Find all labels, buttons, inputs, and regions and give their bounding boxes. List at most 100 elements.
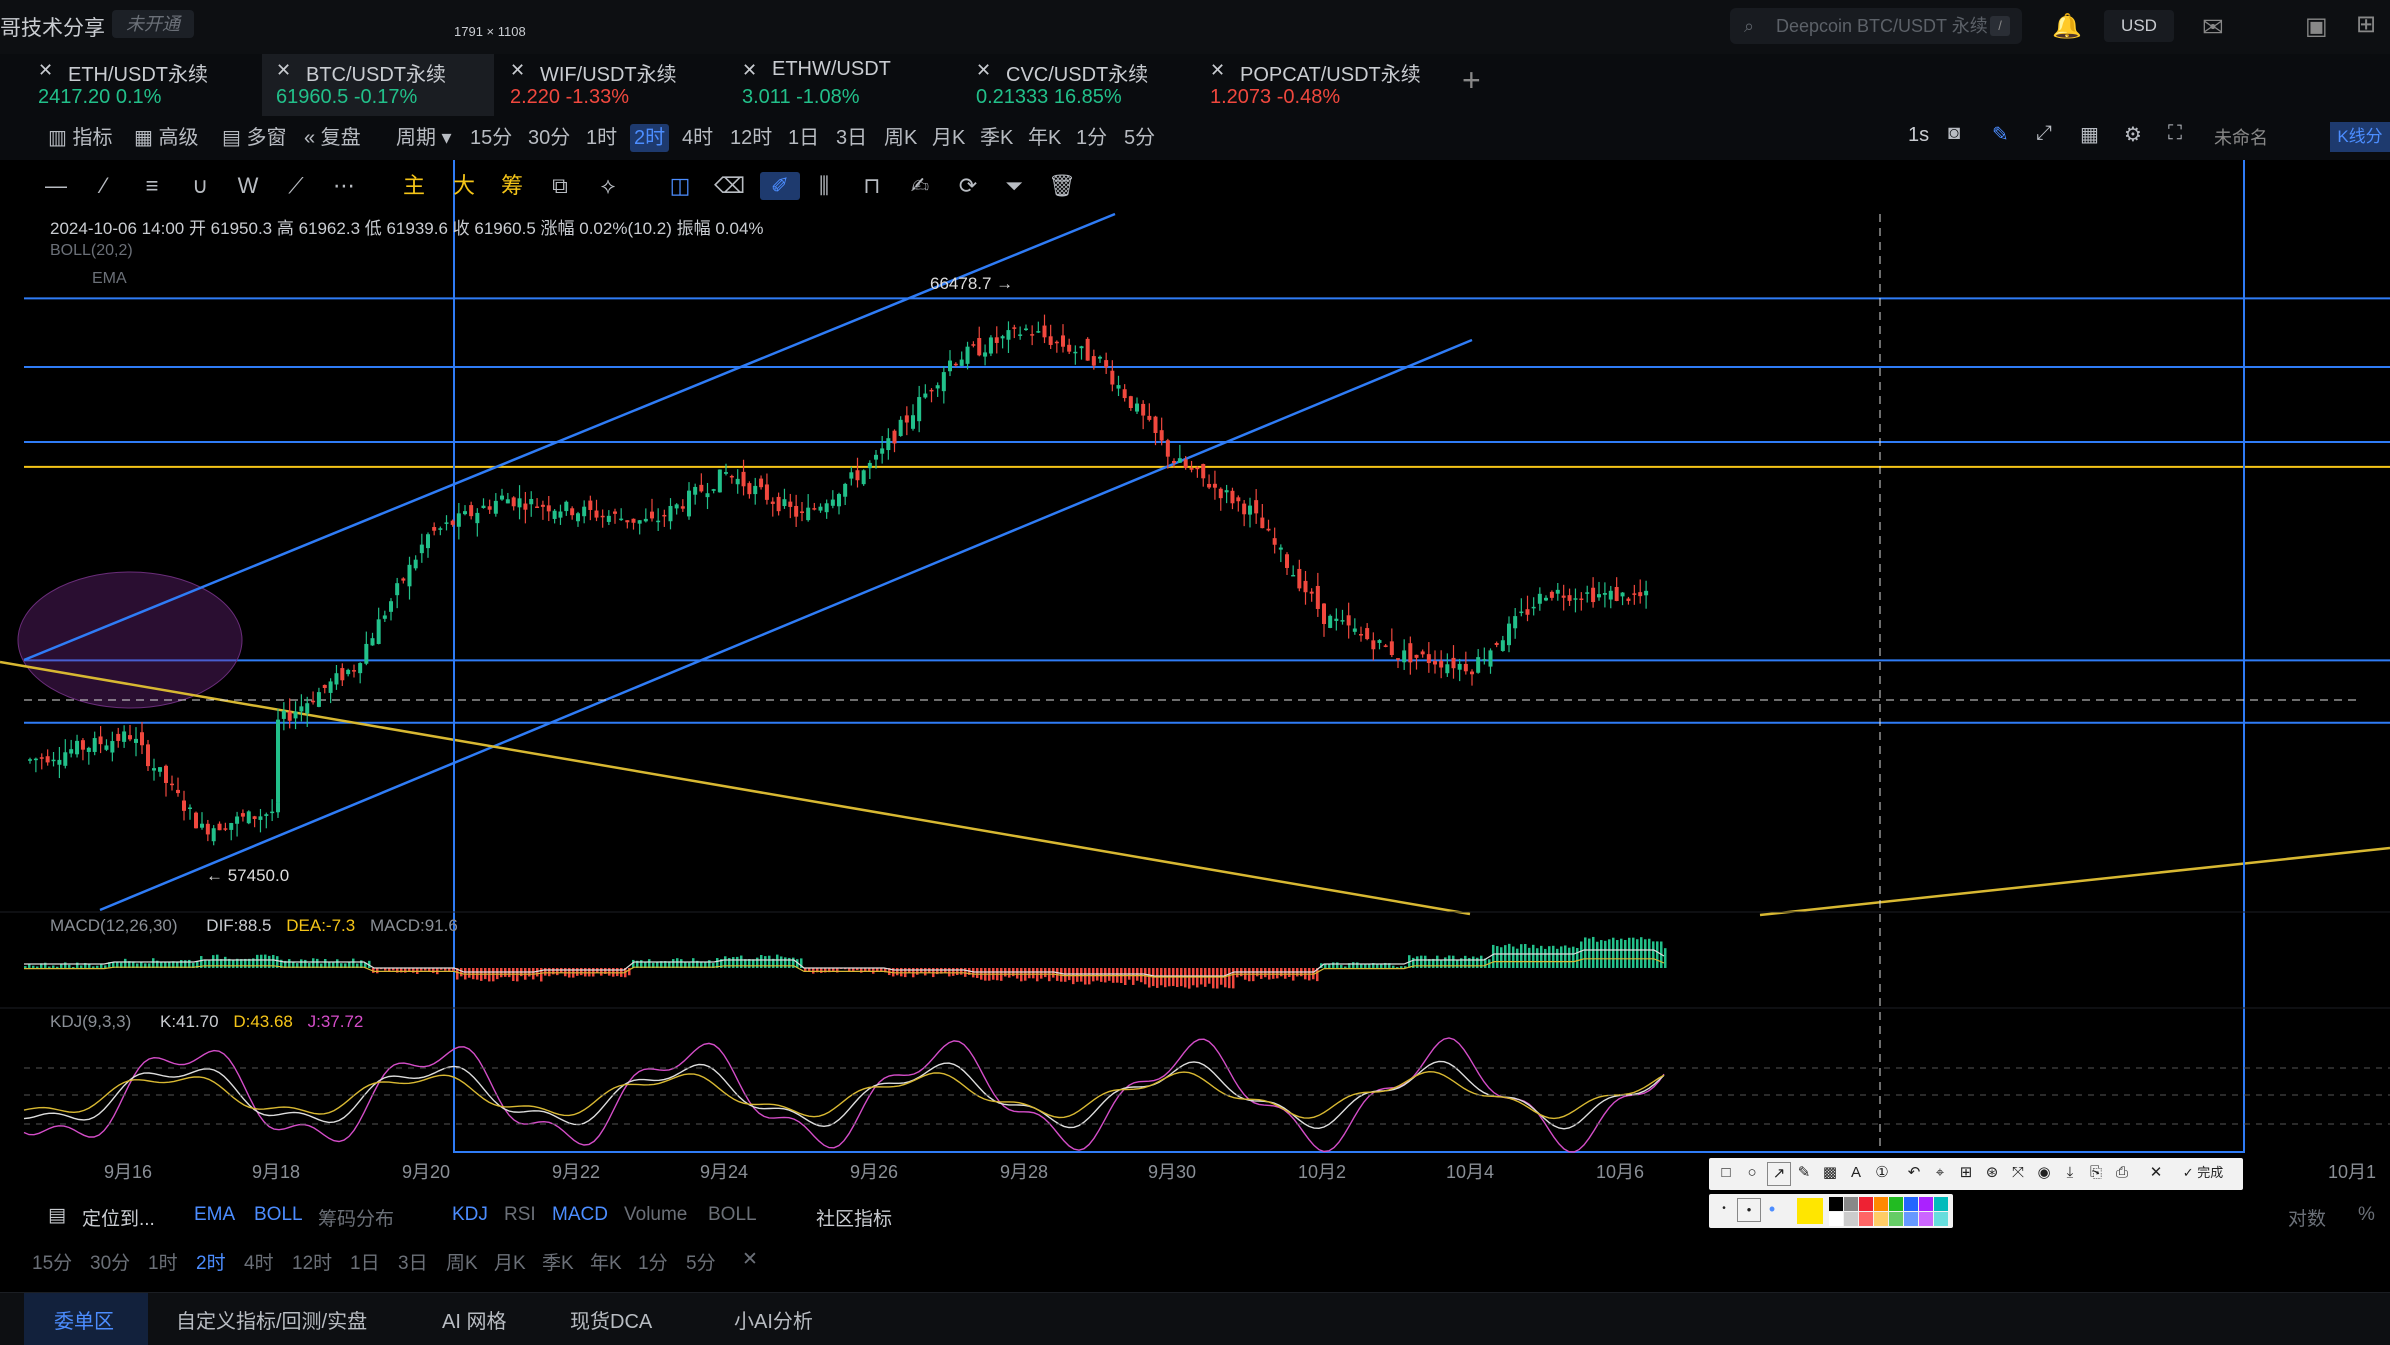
fullscreen-icon[interactable]: ⛶ xyxy=(2168,122,2182,145)
bottom-period-2[interactable]: 1时 xyxy=(148,1248,178,1275)
save-icon[interactable]: ⎙ xyxy=(2111,1162,2133,1184)
percent-toggle[interactable]: % xyxy=(2358,1204,2375,1226)
big-tool[interactable]: 大 xyxy=(450,172,478,200)
period-4[interactable]: 4时 xyxy=(678,124,717,152)
toolbar-0[interactable]: ▥ 指标 xyxy=(44,124,116,152)
tab-5[interactable]: ✕ POPCAT/USDT永续 1.2073 -0.48% xyxy=(1196,54,1428,116)
done-button[interactable]: ✓ 完成 xyxy=(2171,1162,2235,1184)
bottom-period-6[interactable]: 1日 xyxy=(350,1248,380,1275)
account-badge[interactable]: 未开通 xyxy=(112,10,194,38)
add-tab-button[interactable]: + xyxy=(1462,62,1481,99)
bottom-period-5[interactable]: 12时 xyxy=(292,1248,332,1275)
period-11[interactable]: 年K xyxy=(1024,124,1065,152)
eraser-icon[interactable]: ⌫ xyxy=(714,172,745,200)
bottom-period-0[interactable]: 15分 xyxy=(32,1248,72,1275)
period-2[interactable]: 1时 xyxy=(582,124,621,152)
tab-spot-dca[interactable]: 现货DCA xyxy=(570,1305,652,1334)
pattern-icon[interactable]: W xyxy=(234,172,262,200)
template-icon[interactable]: ▦ xyxy=(2080,122,2099,147)
tab-2[interactable]: ✕ WIF/USDT永续 2.220 -1.33% xyxy=(496,54,728,116)
interval-button[interactable]: 1s xyxy=(1908,124,1929,147)
size-medium-icon[interactable]: • xyxy=(1737,1198,1761,1222)
bottom-period-10[interactable]: 季K xyxy=(542,1248,574,1275)
toolbar-2[interactable]: ▤ 多窗 xyxy=(218,124,290,152)
number-icon[interactable]: ① xyxy=(1871,1162,1893,1184)
close-icon[interactable]: ✕ xyxy=(742,60,757,81)
scroll-icon[interactable]: ⤧ xyxy=(2007,1162,2029,1184)
parallel-channel-icon[interactable]: ≡ xyxy=(138,172,166,200)
community-indicators[interactable]: 社区指标 xyxy=(816,1204,892,1231)
bottom-period-8[interactable]: 周K xyxy=(446,1248,478,1275)
bottom-period-1[interactable]: 30分 xyxy=(90,1248,130,1275)
ind-boll-2[interactable]: BOLL xyxy=(708,1204,757,1226)
tab-ai-analysis[interactable]: 小AI分析 xyxy=(734,1305,813,1334)
tab-ai-grid[interactable]: AI 网格 xyxy=(442,1305,506,1334)
period-6[interactable]: 1日 xyxy=(784,124,823,152)
curve-icon[interactable]: ∪ xyxy=(186,172,214,200)
toolbar-3[interactable]: « 复盘 xyxy=(300,124,365,152)
color-swatch[interactable] xyxy=(1889,1212,1903,1226)
bottom-period-12[interactable]: 1分 xyxy=(638,1248,668,1275)
period-12[interactable]: 1分 xyxy=(1072,124,1111,152)
tab-0[interactable]: ✕ ETH/USDT永续 2417.20 0.1% xyxy=(24,54,256,116)
current-color[interactable] xyxy=(1797,1198,1823,1224)
close-icon[interactable]: ✕ xyxy=(510,60,525,81)
color-swatch[interactable] xyxy=(1904,1212,1918,1226)
pin-icon[interactable]: ⌖ xyxy=(1929,1162,1951,1184)
log-scale-toggle[interactable]: 对数 xyxy=(2288,1204,2326,1231)
color-swatch[interactable] xyxy=(1904,1197,1918,1211)
color-swatch[interactable] xyxy=(1844,1212,1858,1226)
ind-kdj[interactable]: KDJ xyxy=(452,1204,488,1226)
kdj-label[interactable]: KDJ(9,3,3) xyxy=(50,1012,131,1031)
mosaic-icon[interactable]: ▩ xyxy=(1819,1162,1841,1184)
grid-icon[interactable]: ⊞ xyxy=(2356,10,2376,39)
text-icon[interactable]: A xyxy=(1845,1162,1867,1184)
arrow-icon[interactable]: ↗ xyxy=(1767,1162,1791,1186)
measure-icon[interactable]: ⧉ xyxy=(546,172,574,200)
color-swatch[interactable] xyxy=(1889,1197,1903,1211)
settings-icon[interactable]: ⚙ xyxy=(2124,122,2142,147)
tab-orders[interactable]: 委单区 xyxy=(54,1305,114,1334)
brush-icon[interactable]: ⟋ xyxy=(282,172,310,200)
close-icon[interactable]: ✕ xyxy=(1210,60,1225,81)
layout-name[interactable]: 未命名 xyxy=(2214,124,2268,150)
copy-icon[interactable]: ⎘ xyxy=(2085,1162,2107,1184)
color-swatch[interactable] xyxy=(1874,1212,1888,1226)
locate-button[interactable]: 定位到... xyxy=(82,1204,155,1231)
ind-ema[interactable]: EMA xyxy=(194,1204,235,1226)
search-input[interactable]: ⌕ Deepcoin BTC/USDT 永续 / xyxy=(1730,8,2022,44)
color-swatch[interactable] xyxy=(1859,1212,1873,1226)
macd-label[interactable]: MACD(12,26,30) xyxy=(50,916,178,935)
candle-icon[interactable]: ⫼ xyxy=(810,172,838,200)
close-icon[interactable]: ✕ xyxy=(976,60,991,81)
chips-tool[interactable]: 筹 xyxy=(498,172,526,200)
period-3[interactable]: 2时 xyxy=(630,124,670,152)
pencil-icon[interactable]: ✎ xyxy=(1793,1162,1815,1184)
camera-icon[interactable]: ◙ xyxy=(1948,122,1960,145)
size-large-icon[interactable]: • xyxy=(1761,1198,1783,1220)
record-icon[interactable]: ◉ xyxy=(2033,1162,2055,1184)
period-10[interactable]: 季K xyxy=(976,124,1017,152)
close-icon[interactable]: ✕ xyxy=(742,1248,758,1271)
expand-icon[interactable]: ⤢ xyxy=(2036,122,2052,145)
ind-chips[interactable]: 筹码分布 xyxy=(318,1204,394,1231)
lock-icon[interactable]: ⊓ xyxy=(858,172,886,200)
rect-icon[interactable]: □ xyxy=(1715,1162,1737,1184)
period-8[interactable]: 周K xyxy=(880,124,921,152)
color-swatch[interactable] xyxy=(1859,1197,1873,1211)
tab-1[interactable]: ✕ BTC/USDT永续 61960.5 -0.17% xyxy=(262,54,494,116)
draw-lock-icon[interactable]: ✐ xyxy=(760,172,800,200)
ind-macd[interactable]: MACD xyxy=(552,1204,608,1226)
bottom-period-7[interactable]: 3日 xyxy=(398,1248,428,1275)
edit-icon[interactable]: ✍ xyxy=(906,172,934,200)
close-icon[interactable]: ✕ xyxy=(38,60,53,81)
trend-line-icon[interactable]: ⁄ xyxy=(90,172,118,200)
color-swatch[interactable] xyxy=(1919,1212,1933,1226)
bottom-period-9[interactable]: 月K xyxy=(494,1248,526,1275)
color-swatch[interactable] xyxy=(1934,1197,1948,1211)
bottom-period-13[interactable]: 5分 xyxy=(686,1248,716,1275)
link-icon[interactable]: ⟳ xyxy=(954,172,982,200)
undo-icon[interactable]: ↶ xyxy=(1903,1162,1925,1184)
period-0[interactable]: 15分 xyxy=(466,124,516,152)
download-icon[interactable]: ⤓ xyxy=(2059,1162,2081,1184)
